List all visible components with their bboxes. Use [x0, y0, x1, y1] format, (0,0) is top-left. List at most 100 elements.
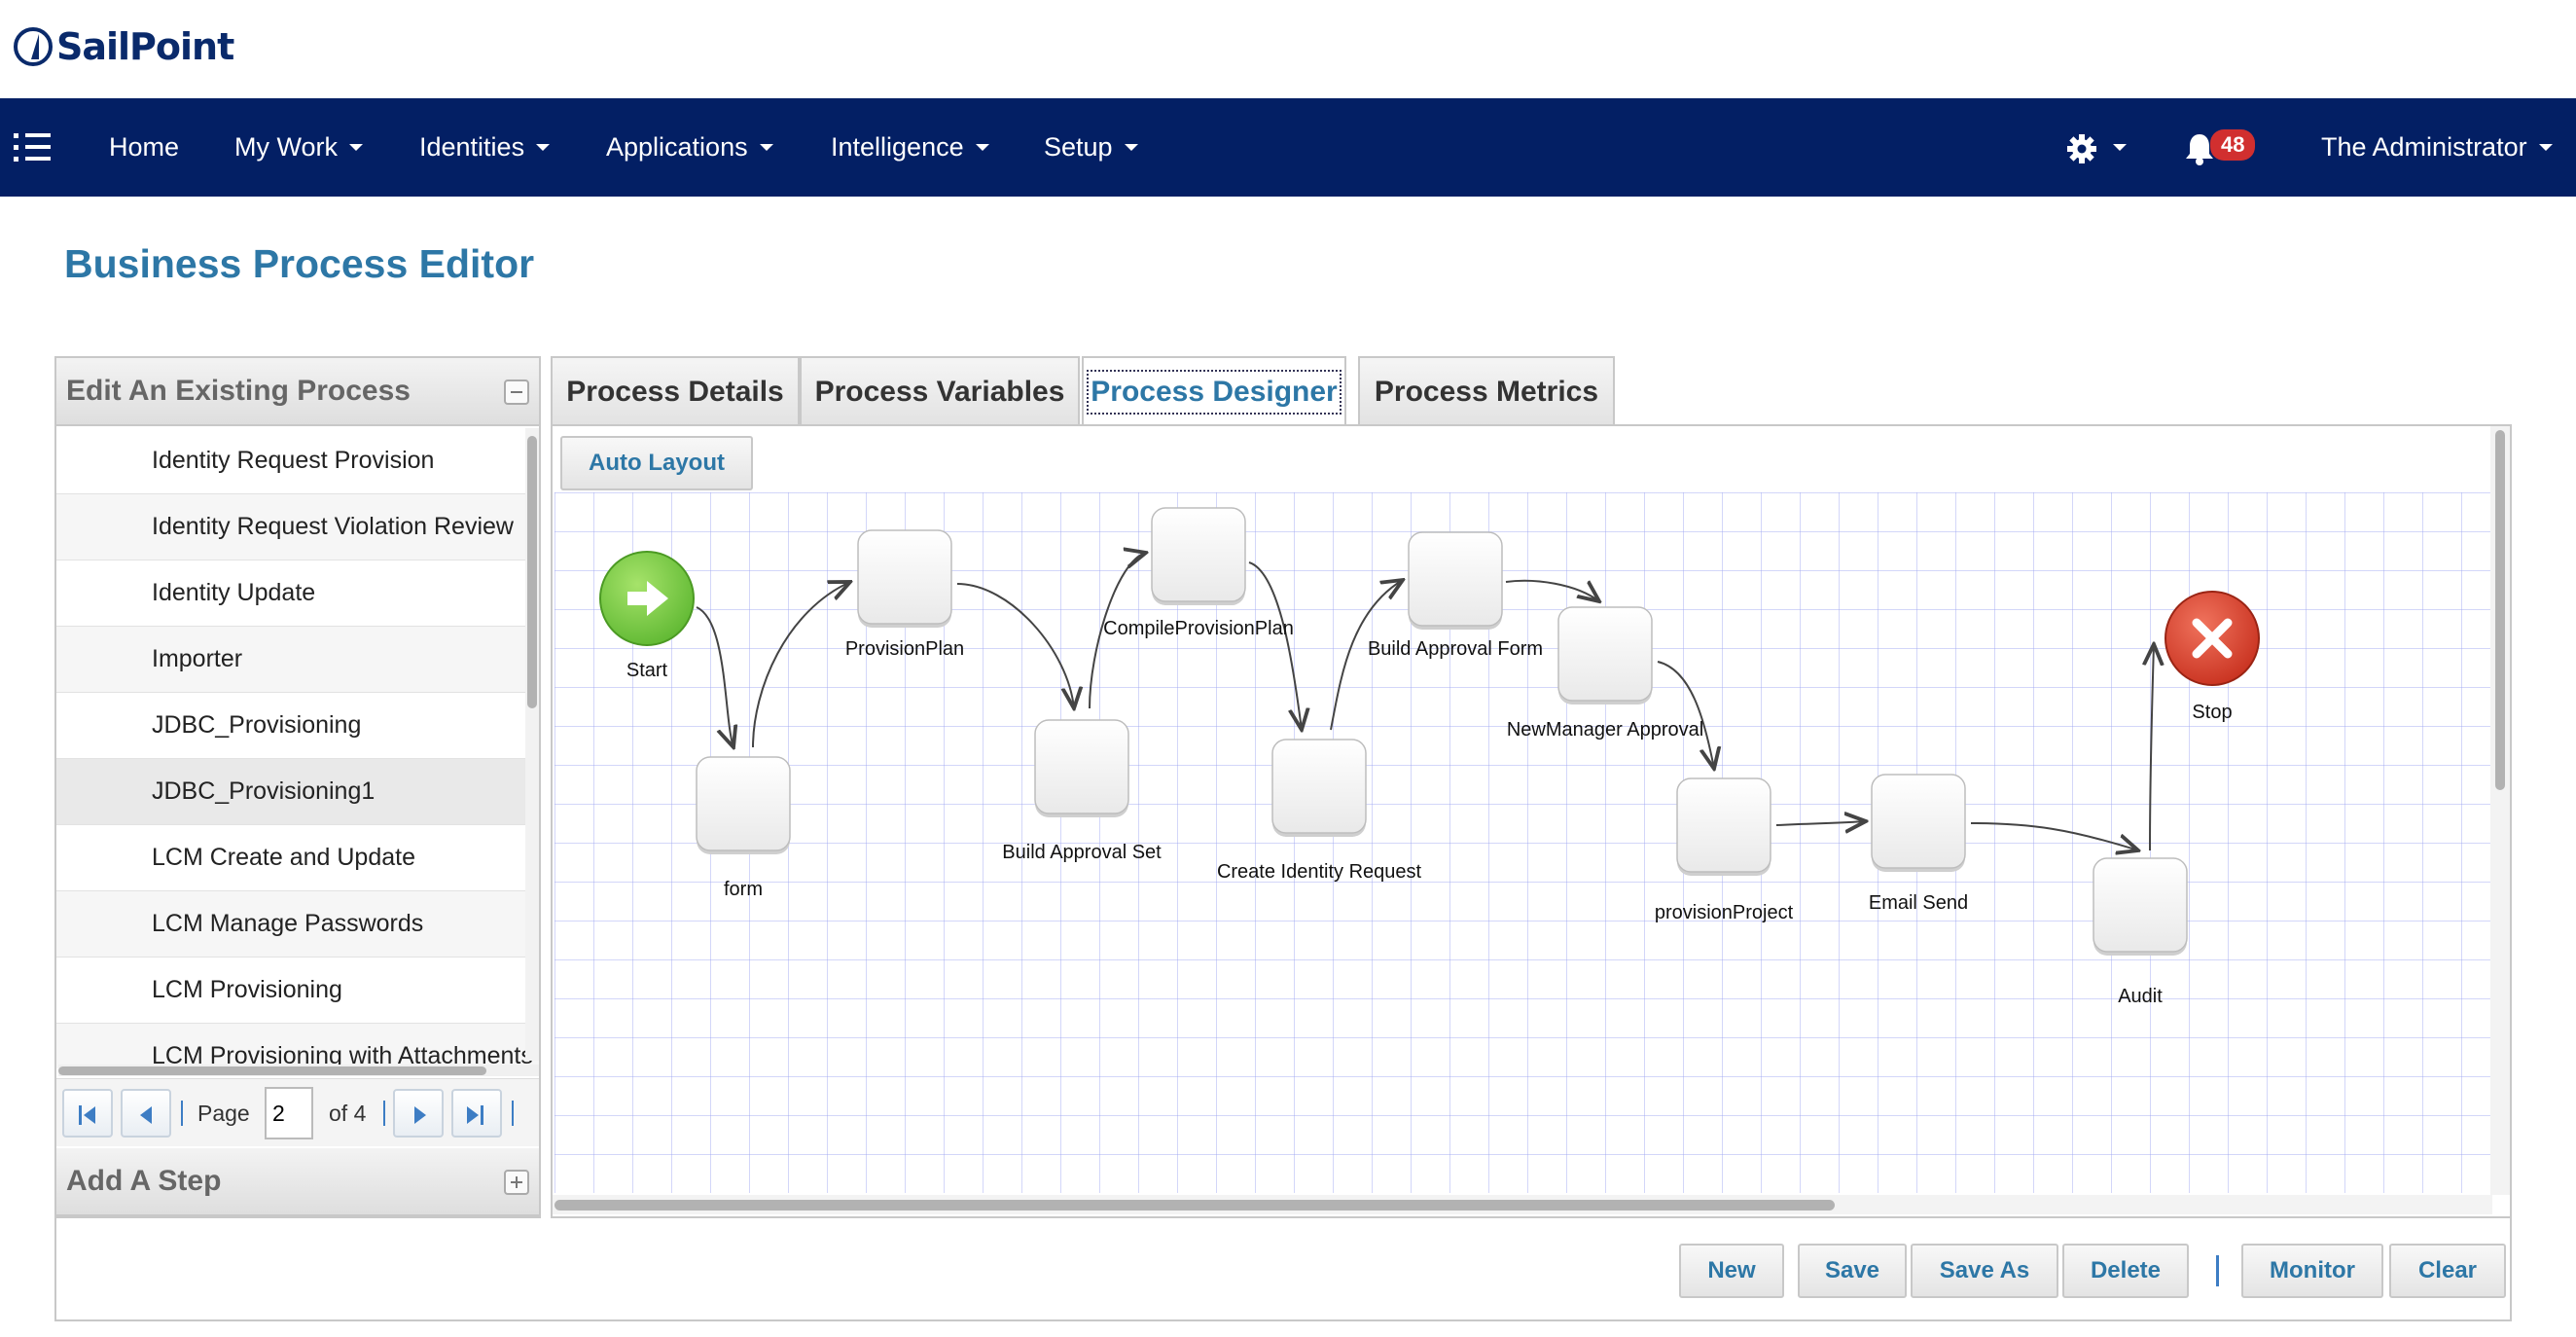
tab-process-designer[interactable]: Process Designer: [1082, 356, 1346, 426]
page-count-label: of 4: [329, 1101, 367, 1126]
process-list-hscrollbar[interactable]: [58, 1065, 539, 1076]
first-page-button[interactable]: [62, 1089, 113, 1138]
nav-my-work[interactable]: My Work: [234, 98, 363, 197]
step-node-buildapprovalform: [1408, 531, 1503, 627]
step-node-provisionproject: [1676, 777, 1771, 873]
list-item[interactable]: LCM Manage Passwords: [56, 891, 539, 958]
list-item[interactable]: LCM Provisioning: [56, 958, 539, 1024]
tab-process-details[interactable]: Process Details: [551, 356, 800, 426]
left-panel: Edit An Existing Process Identity Reques…: [54, 356, 541, 1218]
nav-setup[interactable]: Setup: [1044, 98, 1138, 197]
new-button[interactable]: New: [1679, 1244, 1784, 1298]
tab-process-details-label: Process Details: [566, 376, 784, 408]
top-navbar: Home My Work Identities Applications Int…: [0, 98, 2576, 197]
nav-intelligence[interactable]: Intelligence: [831, 98, 989, 197]
tab-process-variables[interactable]: Process Variables: [800, 356, 1080, 426]
process-flow-diagram: Start form ProvisionPlan Build Approval Set…: [599, 507, 2260, 1007]
list-item[interactable]: Identity Request Violation Review: [56, 494, 539, 560]
step-label-form: form: [724, 879, 763, 900]
edit-existing-process-header[interactable]: Edit An Existing Process: [56, 358, 539, 426]
transition-compileprovisionplan-to-createidentityrequest: [1248, 561, 1302, 730]
tab-process-metrics-label: Process Metrics: [1374, 376, 1599, 408]
step-node-provisionplan: [857, 529, 952, 625]
nav-intelligence-label: Intelligence: [831, 132, 964, 162]
chevron-down-icon: [2538, 144, 2553, 151]
step-node-compileprovisionplan: [1151, 507, 1246, 602]
list-item[interactable]: Importer: [56, 627, 539, 693]
collapse-icon[interactable]: [504, 379, 529, 405]
canvas-hscroll-thumb[interactable]: [555, 1200, 1835, 1211]
chevron-down-icon[interactable]: [2113, 144, 2127, 151]
nav-home[interactable]: Home: [109, 98, 179, 197]
list-item[interactable]: JDBC_Provisioning: [56, 693, 539, 759]
step-node-audit: [2093, 857, 2188, 953]
canvas-vscroll-thumb[interactable]: [2495, 430, 2505, 790]
nav-home-label: Home: [109, 132, 180, 162]
clear-button[interactable]: Clear: [2389, 1244, 2506, 1298]
step-label-audit: Audit: [2118, 986, 2163, 1007]
sailpoint-logo-icon: [14, 27, 53, 66]
chevron-down-icon: [759, 144, 773, 151]
expand-icon[interactable]: [504, 1170, 529, 1195]
user-menu[interactable]: The Administrator: [2321, 98, 2553, 197]
process-list-scroll-thumb[interactable]: [527, 436, 537, 708]
nav-applications-label: Applications: [606, 132, 748, 162]
step-node-newmanagerapproval: [1557, 606, 1653, 702]
transition-provisionproject-to-emailsend: [1775, 821, 1866, 825]
first-page-icon: [79, 1105, 82, 1125]
step-label-provisionproject: provisionProject: [1655, 902, 1794, 923]
sailpoint-logo[interactable]: SailPoint: [14, 25, 234, 68]
step-label-provisionplan: ProvisionPlan: [845, 638, 964, 660]
tab-process-variables-label: Process Variables: [814, 376, 1065, 408]
gear-icon[interactable]: [2066, 133, 2097, 164]
page-number-input[interactable]: [265, 1087, 313, 1139]
transition-emailsend-to-audit: [1970, 822, 2138, 850]
last-page-button[interactable]: [451, 1089, 502, 1138]
nav-identities[interactable]: Identities: [419, 98, 551, 197]
process-name: Importer: [152, 645, 243, 672]
designer-canvas[interactable]: Auto Layout Start form ProvisionPlan Build …: [553, 426, 2512, 1216]
canvas-vertical-scrollbar[interactable]: [2490, 426, 2510, 1195]
step-node-form: [696, 756, 791, 851]
transition-audit-to-stop: [2150, 644, 2154, 851]
list-item[interactable]: LCM Provisioning with Attachments: [56, 1024, 539, 1068]
delete-button[interactable]: Delete: [2062, 1244, 2189, 1298]
notification-count-badge[interactable]: 48: [2210, 129, 2256, 161]
chevron-down-icon: [349, 144, 363, 151]
process-list-hscroll-thumb[interactable]: [58, 1066, 486, 1075]
first-page-icon-arrow: [84, 1106, 95, 1124]
list-item[interactable]: LCM Create and Update: [56, 825, 539, 891]
action-bar: New Save Save As Delete Monitor Clear: [54, 1218, 2512, 1321]
list-item[interactable]: Identity Update: [56, 560, 539, 627]
save-as-button[interactable]: Save As: [1911, 1244, 2058, 1298]
tab-process-metrics[interactable]: Process Metrics: [1358, 356, 1615, 426]
transition-start-to-form: [696, 606, 733, 747]
transition-form-to-provisionplan: [752, 582, 850, 748]
pager-separator: [181, 1101, 183, 1126]
menu-list-icon[interactable]: [14, 131, 51, 164]
step-node-emailsend: [1871, 774, 1966, 869]
pager-separator: [383, 1101, 385, 1126]
canvas-horizontal-scrollbar[interactable]: [553, 1195, 2492, 1214]
save-button[interactable]: Save: [1798, 1244, 1907, 1298]
page-label: Page: [197, 1101, 250, 1126]
monitor-button[interactable]: Monitor: [2241, 1244, 2383, 1298]
pager: Page of 4: [56, 1078, 539, 1146]
add-a-step-header[interactable]: Add A Step: [56, 1148, 539, 1216]
next-page-icon: [414, 1106, 426, 1124]
process-name: JDBC_Provisioning: [152, 711, 362, 739]
last-page-icon: [481, 1105, 483, 1125]
next-page-button[interactable]: [393, 1089, 444, 1138]
last-page-icon-arrow: [467, 1106, 479, 1124]
step-node-createidentityrequest: [1271, 739, 1367, 834]
nav-applications[interactable]: Applications: [606, 98, 773, 197]
list-item[interactable]: Identity Request Provision: [56, 428, 539, 494]
chevron-down-icon: [1124, 144, 1138, 151]
page-title: Business Process Editor: [64, 241, 535, 286]
tab-process-designer-label: Process Designer: [1087, 370, 1342, 415]
list-item-selected[interactable]: JDBC_Provisioning1: [56, 759, 539, 825]
transition-newmanagerapproval-to-provisionproject: [1657, 661, 1714, 769]
pager-separator: [512, 1101, 514, 1126]
user-name: The Administrator: [2321, 132, 2527, 162]
previous-page-button[interactable]: [121, 1089, 171, 1138]
